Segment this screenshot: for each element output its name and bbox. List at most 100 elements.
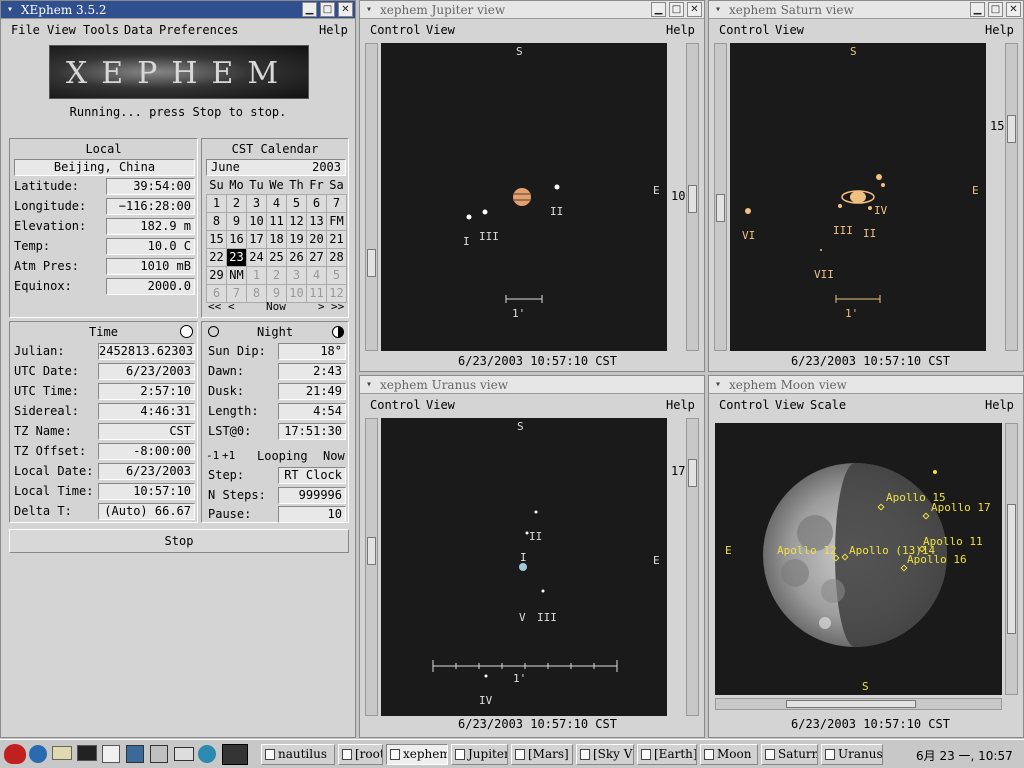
local-row-field[interactable]: 1010 mB [106,258,195,275]
uranus-titlebar[interactable]: ▾ xephem Uranus view [360,376,704,394]
menu-tools[interactable]: Tools [83,23,119,37]
calendar-day[interactable]: 1 [246,265,267,285]
jupiter-titlebar[interactable]: ▾ xephem Jupiter view ▁ □ ✕ [360,1,704,19]
calendar-day[interactable]: 16 [226,229,247,249]
time-row-field[interactable]: 6/23/2003 [98,463,195,480]
uranus-view[interactable]: S E II I V III IV 1' [381,418,667,716]
calendar-day[interactable]: 18 [266,229,287,249]
calendar-month-year[interactable]: June 2003 [206,159,346,176]
calendar-day[interactable]: 13 [306,211,327,231]
browser-icon[interactable] [29,745,47,763]
calendar-day[interactable]: FM [326,211,347,231]
menu-data[interactable]: Data [124,23,153,37]
calendar-day[interactable]: 21 [326,229,347,249]
menu-view[interactable]: View [47,23,76,37]
spreadsheet-icon[interactable] [126,745,144,763]
moon-view[interactable]: Apollo 15 Apollo 17 Apollo 11 Apollo 12 … [715,423,1002,695]
maximize-button[interactable]: □ [320,2,335,17]
night-row-field[interactable]: 2:43 [278,363,346,380]
globe-icon[interactable] [198,745,216,763]
calendar-day[interactable]: 7 [326,193,347,213]
jupiter-left-scrollbar[interactable] [365,43,378,351]
calendar-day[interactable]: 3 [246,193,267,213]
night-row-field[interactable]: 4:54 [278,403,346,420]
calendar-day[interactable]: NM [226,265,247,285]
calendar-day[interactable]: 11 [266,211,287,231]
taskbar-item[interactable]: Jupiter [451,744,508,765]
calendar-day[interactable]: 5 [286,193,307,213]
time-row-field[interactable]: CST [98,423,195,440]
time-row-field[interactable]: 4:46:31 [98,403,195,420]
scroll-thumb[interactable] [367,537,376,565]
cal-now-button[interactable]: Now [266,300,286,313]
calendar-day[interactable]: 27 [306,247,327,267]
workspace-pager-icon[interactable] [222,744,248,765]
taskbar-clock[interactable]: 6月 23 一, 10:57 [916,747,1013,764]
window-menu-icon[interactable]: ▾ [712,379,724,391]
window-menu-icon[interactable]: ▾ [363,4,375,16]
local-row-field[interactable]: 182.9 m [106,218,195,235]
night-row-field[interactable]: 18° [278,343,346,360]
scroll-thumb[interactable] [716,194,725,222]
cal-next-year[interactable]: >> [331,300,344,313]
calendar-day[interactable]: 19 [286,229,307,249]
nsteps-field[interactable]: 999996 [278,487,346,504]
local-row-field[interactable]: 2000.0 [106,278,195,295]
menu-file[interactable]: File [11,23,40,37]
time-row-field[interactable]: -8:00:00 [98,443,195,460]
calendar-day[interactable]: 6 [306,193,327,213]
close-button[interactable]: ✕ [687,2,702,17]
taskbar-item[interactable]: [root@lc [338,744,383,765]
scroll-thumb[interactable] [786,700,916,708]
step-minus-button[interactable]: -1 [206,449,219,462]
moon-right-scrollbar[interactable] [1005,423,1018,695]
moon-titlebar[interactable]: ▾ xephem Moon view [709,376,1023,394]
calendar-day[interactable]: 24 [246,247,267,267]
jupiter-view[interactable]: S E I III II 1' [381,43,667,351]
time-row-field[interactable]: 10:57:10 [98,483,195,500]
calendar-day[interactable]: 12 [286,211,307,231]
window-menu-icon[interactable]: ▾ [4,4,16,16]
menu-view[interactable]: View [775,23,804,37]
calendar-day[interactable]: 9 [226,211,247,231]
night-row-field[interactable]: 21:49 [278,383,346,400]
taskbar-item[interactable]: [Mars] [511,744,573,765]
menu-help[interactable]: Help [666,398,695,412]
mail-icon[interactable] [52,746,72,760]
scroll-thumb[interactable] [1007,504,1016,634]
presentation-icon[interactable] [150,745,168,763]
menu-control[interactable]: Control [719,23,770,37]
menu-help[interactable]: Help [666,23,695,37]
menu-help[interactable]: Help [319,23,348,37]
minimize-button[interactable]: ▁ [302,2,317,17]
calendar-day[interactable]: 3 [286,265,307,285]
saturn-right-scrollbar[interactable] [1005,43,1018,351]
maximize-button[interactable]: □ [669,2,684,17]
scroll-thumb[interactable] [688,459,697,487]
menu-view[interactable]: View [426,23,455,37]
close-button[interactable]: ✕ [1006,2,1021,17]
menu-view[interactable]: View [426,398,455,412]
local-row-field[interactable]: 39:54:00 [106,178,195,195]
time-row-field[interactable]: 2:57:10 [98,383,195,400]
location-field[interactable]: Beijing, China [14,159,195,176]
saturn-titlebar[interactable]: ▾ xephem Saturn view ▁ □ ✕ [709,1,1023,19]
calendar-day[interactable]: 22 [206,247,227,267]
calendar-day[interactable]: 10 [246,211,267,231]
calendar-day[interactable]: 2 [226,193,247,213]
cal-prev-year[interactable]: << [208,300,221,313]
uranus-right-scrollbar[interactable] [686,418,699,716]
taskbar-item[interactable]: Saturn [761,744,818,765]
menu-control[interactable]: Control [719,398,770,412]
printer-icon[interactable] [174,747,194,761]
jupiter-right-scrollbar[interactable] [686,43,699,351]
menu-control[interactable]: Control [370,398,421,412]
calendar-day[interactable]: 29 [206,265,227,285]
stop-button[interactable]: Stop [9,529,349,553]
step-plus-button[interactable]: +1 [222,449,235,462]
saturn-view[interactable]: S E VI III II IV VII 1' [730,43,986,351]
minimize-button[interactable]: ▁ [651,2,666,17]
maximize-button[interactable]: □ [988,2,1003,17]
terminal-icon[interactable] [77,745,97,761]
calendar-day[interactable]: 4 [306,265,327,285]
